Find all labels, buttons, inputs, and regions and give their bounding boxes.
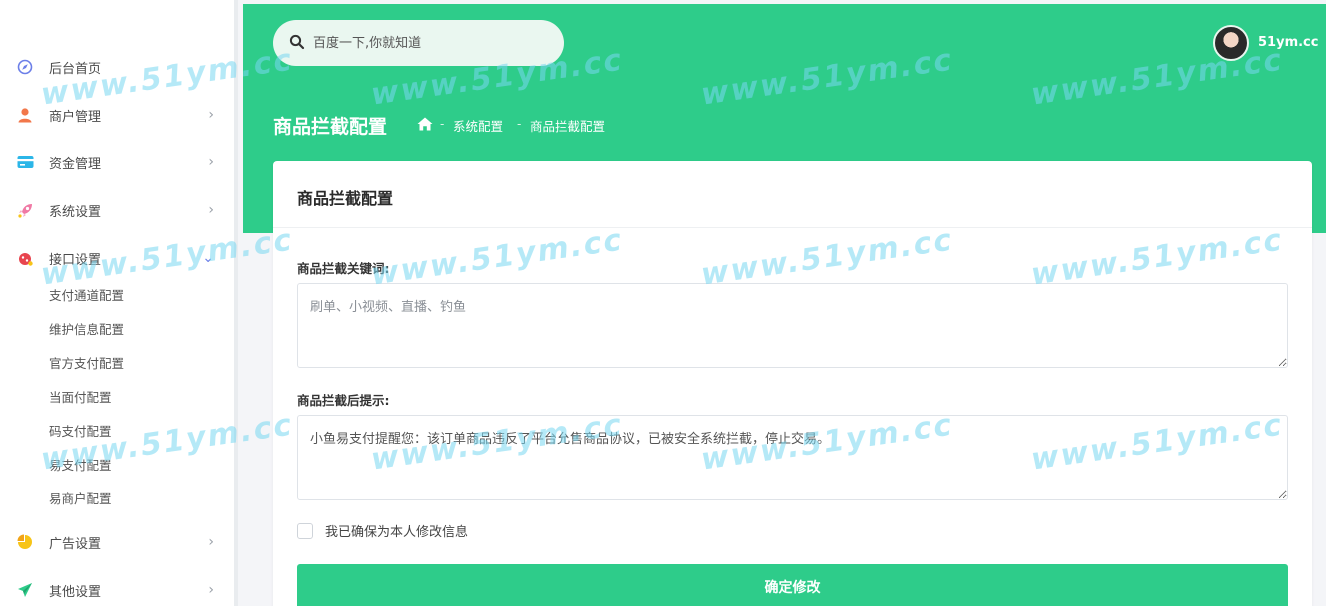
search-input[interactable] [313, 32, 543, 54]
sidebar-item-label: 接口设置 [49, 252, 102, 268]
sidebar-item-label: 后台首页 [49, 61, 102, 77]
bug-icon [16, 249, 34, 267]
search-icon [289, 34, 307, 52]
submenu-item-official-payment[interactable]: 官方支付配置 [49, 354, 124, 374]
sidebar-item-label: 商户管理 [49, 109, 102, 125]
sidebar-item-system[interactable]: 系统设置 › [0, 190, 234, 230]
breadcrumb-item-current: 商品拦截配置 [530, 119, 606, 134]
submenu-item-face-payment[interactable]: 当面付配置 [49, 388, 112, 408]
submenu-item-easy-merchant[interactable]: 易商户配置 [49, 489, 112, 509]
submenu-item-easy-payment[interactable]: 易支付配置 [49, 456, 112, 476]
rocket-icon [16, 201, 34, 219]
confirm-label[interactable]: 我已确保为本人修改信息 [325, 521, 468, 540]
user-icon [16, 106, 34, 124]
tip-textarea[interactable]: 小鱼易支付提醒您：该订单商品违反了平台允售商品协议，已被安全系统拦截，停止交易。 [297, 415, 1288, 500]
chevron-right-icon: › [208, 202, 214, 218]
chevron-right-icon: › [208, 534, 214, 550]
sidebar-item-other[interactable]: 其他设置 › [0, 570, 234, 606]
sidebar-item-interface[interactable]: 接口设置 ⌄ [0, 238, 234, 278]
card-header: 商品拦截配置 [273, 161, 1312, 228]
keywords-label: 商品拦截关键词: [297, 261, 390, 276]
card-icon [16, 153, 34, 171]
sidebar-item-label: 系统设置 [49, 204, 102, 220]
sidebar-item-ads[interactable]: 广告设置 › [0, 522, 234, 562]
sidebar-item-label: 资金管理 [49, 156, 102, 172]
confirm-row: 我已确保为本人修改信息 [297, 521, 468, 540]
home-icon[interactable] [417, 117, 433, 131]
keywords-textarea[interactable] [297, 283, 1288, 368]
tip-label: 商品拦截后提示: [297, 393, 390, 408]
sidebar-item-label: 广告设置 [49, 536, 102, 552]
pie-chart-icon [16, 533, 34, 551]
sidebar-item-label: 其他设置 [49, 584, 102, 600]
sidebar: 后台首页 商户管理 › 资金管理 › 系统设置 › 接口设置 ⌄ 支付通道配置 … [0, 0, 238, 606]
chevron-down-icon: ⌄ [202, 250, 214, 266]
config-card: 商品拦截配置 商品拦截关键词: 商品拦截后提示: 小鱼易支付提醒您：该订单商品违… [273, 161, 1312, 606]
username[interactable]: 51ym.cc [1258, 35, 1318, 50]
chevron-right-icon: › [208, 582, 214, 598]
search-box[interactable] [273, 20, 564, 66]
card-title: 商品拦截配置 [297, 189, 394, 208]
submenu-item-code-payment[interactable]: 码支付配置 [49, 422, 112, 442]
confirm-checkbox[interactable] [297, 522, 313, 539]
page-title: 商品拦截配置 [273, 116, 388, 138]
sidebar-item-funds[interactable]: 资金管理 › [0, 142, 234, 182]
compass-icon [16, 58, 34, 76]
avatar[interactable] [1213, 25, 1249, 61]
sidebar-item-home[interactable]: 后台首页 [0, 47, 234, 87]
submit-button[interactable]: 确定修改 [297, 564, 1288, 606]
submenu-item-payment-channel[interactable]: 支付通道配置 [49, 286, 124, 306]
breadcrumb-item-system-config[interactable]: 系统配置 [453, 116, 503, 135]
breadcrumb-separator: - [440, 117, 445, 131]
send-icon [16, 581, 34, 599]
chevron-right-icon: › [208, 107, 214, 123]
breadcrumb-separator: - [517, 117, 522, 131]
chevron-right-icon: › [208, 154, 214, 170]
sidebar-item-merchants[interactable]: 商户管理 › [0, 95, 234, 135]
submenu-item-maintenance[interactable]: 维护信息配置 [49, 320, 124, 340]
